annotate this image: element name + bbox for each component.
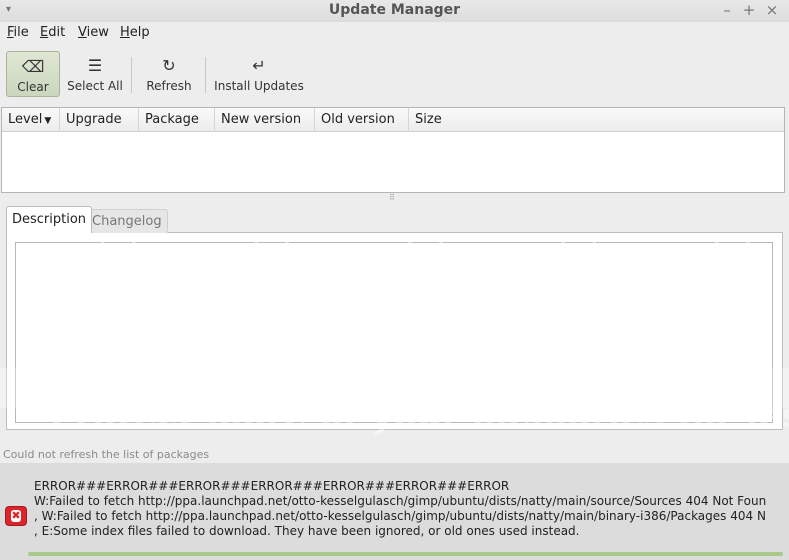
menu-edit[interactable]: Edit [40, 25, 65, 40]
title-bar[interactable]: ▾ Update Manager – + × [0, 0, 789, 22]
refresh-label: Refresh [146, 79, 192, 93]
column-old-version[interactable]: Old version [315, 108, 409, 132]
column-size[interactable]: Size [409, 108, 784, 132]
pane-resize-handle[interactable]: ⠿ [389, 193, 396, 202]
menu-file[interactable]: File [7, 25, 29, 40]
return-arrow-icon: ↵ [252, 56, 266, 75]
details-notebook [6, 232, 783, 430]
close-icon[interactable]: × [764, 1, 780, 19]
install-updates-button[interactable]: ↵ Install Updates [214, 51, 304, 97]
tab-description[interactable]: Description [6, 206, 93, 233]
description-text-area[interactable] [15, 242, 773, 423]
tab-changelog[interactable]: Changelog [86, 209, 168, 233]
update-manager-window: ▾ Update Manager – + × File Edit View He… [0, 0, 789, 560]
package-list[interactable]: Level ▼ Upgrade Package New version Old v… [1, 107, 785, 193]
menu-view[interactable]: View [78, 25, 109, 40]
maximize-icon[interactable]: + [741, 1, 757, 19]
clear-button[interactable]: ⌫ Clear [6, 51, 60, 97]
refresh-button[interactable]: ↻ Refresh [140, 51, 198, 97]
column-level[interactable]: Level ▼ [2, 108, 60, 132]
list-icon: ☰ [87, 56, 103, 75]
status-message: Could not refresh the list of packages [3, 448, 210, 461]
progress-bar [28, 552, 783, 556]
toolbar-separator [205, 57, 206, 93]
toolbar-separator [131, 57, 132, 93]
column-package[interactable]: Package [139, 108, 215, 132]
error-line: , E:Some index files failed to download.… [34, 524, 580, 538]
menu-bar: File Edit View Help [0, 22, 789, 44]
minimize-icon[interactable]: – [719, 1, 735, 19]
error-line: , W:Failed to fetch http://ppa.launchpad… [34, 509, 766, 523]
sort-descending-icon: ▼ [44, 116, 52, 126]
error-line: W:Failed to fetch http://ppa.launchpad.n… [34, 494, 767, 508]
column-upgrade[interactable]: Upgrade [60, 108, 139, 132]
refresh-icon: ↻ [162, 56, 176, 75]
clear-icon: ⌫ [21, 57, 45, 76]
menu-help[interactable]: Help [120, 25, 150, 40]
error-icon: ✖ [5, 506, 27, 526]
select-all-button[interactable]: ☰ Select All [64, 51, 126, 97]
error-panel: ✖ ERROR###ERROR###ERROR###ERROR###ERROR#… [0, 463, 789, 560]
window-title: Update Manager [328, 2, 461, 18]
package-list-header: Level ▼ Upgrade Package New version Old v… [2, 108, 784, 132]
error-line: ERROR###ERROR###ERROR###ERROR###ERROR###… [34, 479, 510, 493]
select-all-label: Select All [67, 79, 123, 93]
clear-label: Clear [17, 80, 49, 94]
install-updates-label: Install Updates [214, 79, 304, 93]
column-new-version[interactable]: New version [215, 108, 315, 132]
toolbar: ⌫ Clear ☰ Select All ↻ Refresh ↵ Install… [0, 47, 789, 102]
